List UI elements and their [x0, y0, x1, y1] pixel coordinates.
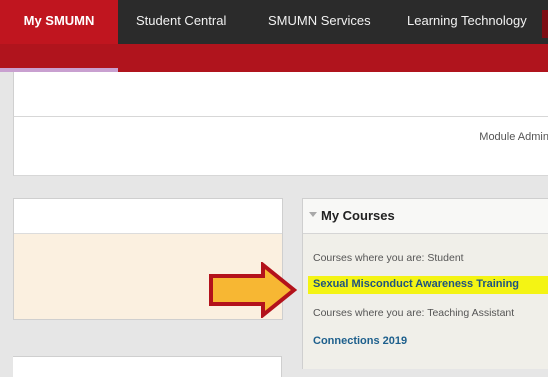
tab-student-central[interactable]: Student Central [136, 0, 226, 44]
student-courses-heading: Courses where you are: Student [313, 252, 464, 264]
pointer-arrow-icon [209, 262, 298, 318]
my-courses-header[interactable]: My Courses [303, 199, 548, 234]
course-link-sexual-misconduct-training[interactable]: Sexual Misconduct Awareness Training [313, 278, 519, 290]
next-tab-edge[interactable] [542, 10, 548, 38]
module-admin-link[interactable]: Module Admin [479, 131, 548, 143]
collapse-chevron-icon[interactable] [309, 212, 317, 217]
left-module-lower [13, 356, 282, 377]
top-navigation: My SMUMN Student Central SMUMN Services … [0, 0, 548, 44]
page-header-area [13, 72, 548, 116]
tab-learning-technology[interactable]: Learning Technology [407, 0, 527, 44]
tab-my-smumn[interactable]: My SMUMN [0, 0, 118, 44]
pointer-arrow-shape [209, 262, 298, 318]
course-link-connections-2019[interactable]: Connections 2019 [313, 335, 407, 347]
module-admin-bar: Module Admin [13, 116, 548, 176]
my-courses-title: My Courses [321, 208, 395, 223]
tab-smumn-services[interactable]: SMUMN Services [268, 0, 371, 44]
left-module-header [14, 199, 282, 234]
ta-courses-heading: Courses where you are: Teaching Assistan… [313, 307, 515, 319]
my-courses-module: My Courses Courses where you are: Studen… [302, 198, 548, 369]
